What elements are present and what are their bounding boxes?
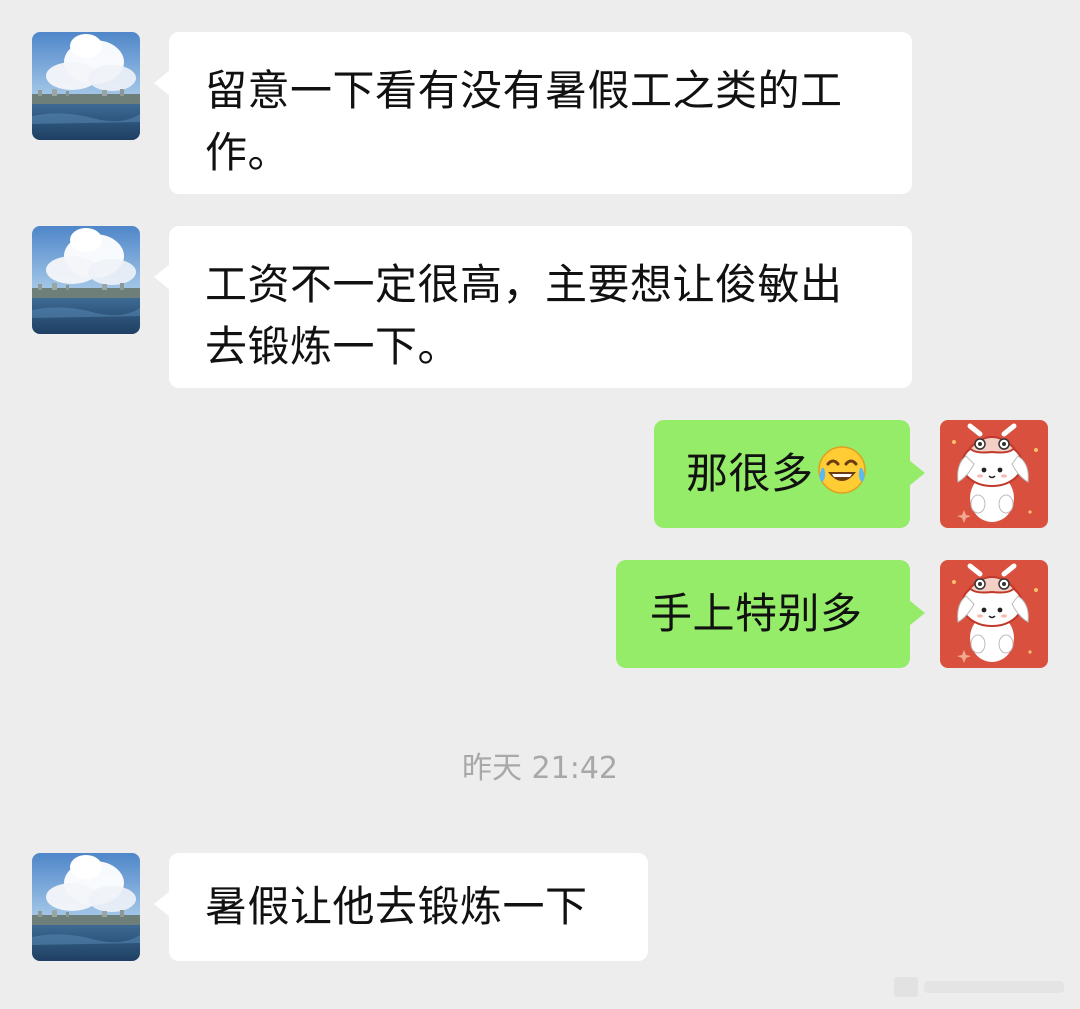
- tears-of-joy-emoji-icon: [816, 444, 868, 496]
- contact-avatar[interactable]: [32, 32, 140, 140]
- message-text: 工资不一定很高，主要想让俊敏出去锻炼一下。: [205, 260, 843, 371]
- bunny-avatar-icon: [940, 420, 1048, 528]
- message-bubble-incoming[interactable]: 留意一下看有没有暑假工之类的工作。: [154, 32, 912, 194]
- timestamp: 昨天 21:42: [462, 751, 618, 786]
- landscape-avatar-icon: [32, 853, 140, 961]
- self-avatar[interactable]: [940, 420, 1048, 528]
- watermark-icon: [890, 969, 1070, 1003]
- message-text: 暑假让他去锻炼一下: [205, 882, 588, 931]
- message-bubble-outgoing[interactable]: 手上特别多: [616, 560, 925, 668]
- bunny-avatar-icon: [940, 560, 1048, 668]
- message-bubble-outgoing[interactable]: 那很多: [654, 420, 925, 528]
- self-avatar[interactable]: [940, 560, 1048, 668]
- message-text: 手上特别多: [650, 589, 863, 638]
- contact-avatar[interactable]: [32, 226, 140, 334]
- contact-avatar[interactable]: [32, 853, 140, 961]
- message-text: 留意一下看有没有暑假工之类的工作。: [205, 66, 843, 177]
- landscape-avatar-icon: [32, 32, 140, 140]
- message-bubble-incoming[interactable]: 暑假让他去锻炼一下: [154, 853, 648, 961]
- message-bubble-incoming[interactable]: 工资不一定很高，主要想让俊敏出去锻炼一下。: [154, 226, 912, 388]
- message-text: 那很多: [686, 449, 814, 498]
- landscape-avatar-icon: [32, 226, 140, 334]
